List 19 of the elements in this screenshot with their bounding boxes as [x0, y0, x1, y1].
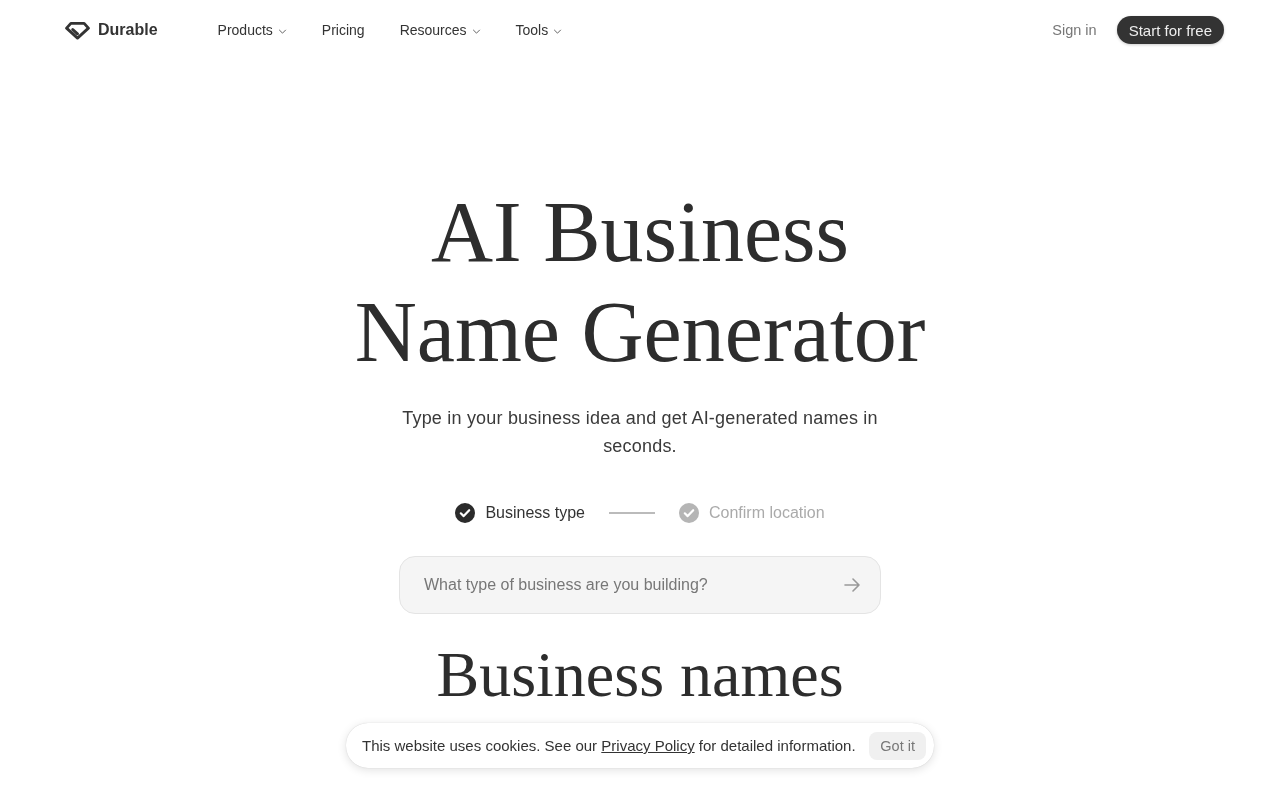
sign-in-link[interactable]: Sign in [1052, 22, 1097, 38]
got-it-button[interactable]: Got it [869, 731, 926, 760]
arrow-right-icon[interactable] [844, 578, 860, 592]
nav-link[interactable]: Pricing [321, 22, 365, 38]
gem-logo-icon[interactable] [64, 20, 91, 40]
nav-link[interactable]: Tools [515, 22, 563, 38]
start-for-free-button[interactable]: Start for free [1116, 16, 1224, 44]
brand-name: Durable [98, 21, 158, 39]
page-subtitle: Type in your business idea and get AI-generated names in seconds. [401, 407, 879, 458]
privacy-policy-link[interactable]: Privacy Policy [601, 737, 695, 754]
section-title: Business names [436, 638, 844, 712]
nav-link[interactable]: Resources [399, 22, 481, 38]
step-label: Confirm location [709, 504, 825, 522]
step-label: Business type [485, 504, 585, 522]
nav-link[interactable]: Products [217, 22, 287, 38]
step-connector [609, 512, 655, 514]
page-title: AI Business Name Generator [353, 183, 927, 382]
business-type-field[interactable]: What type of business are you building? [399, 556, 881, 614]
cookie-notice-text: This website uses cookies. See our Privacy Policy for detailed information. [362, 737, 856, 754]
